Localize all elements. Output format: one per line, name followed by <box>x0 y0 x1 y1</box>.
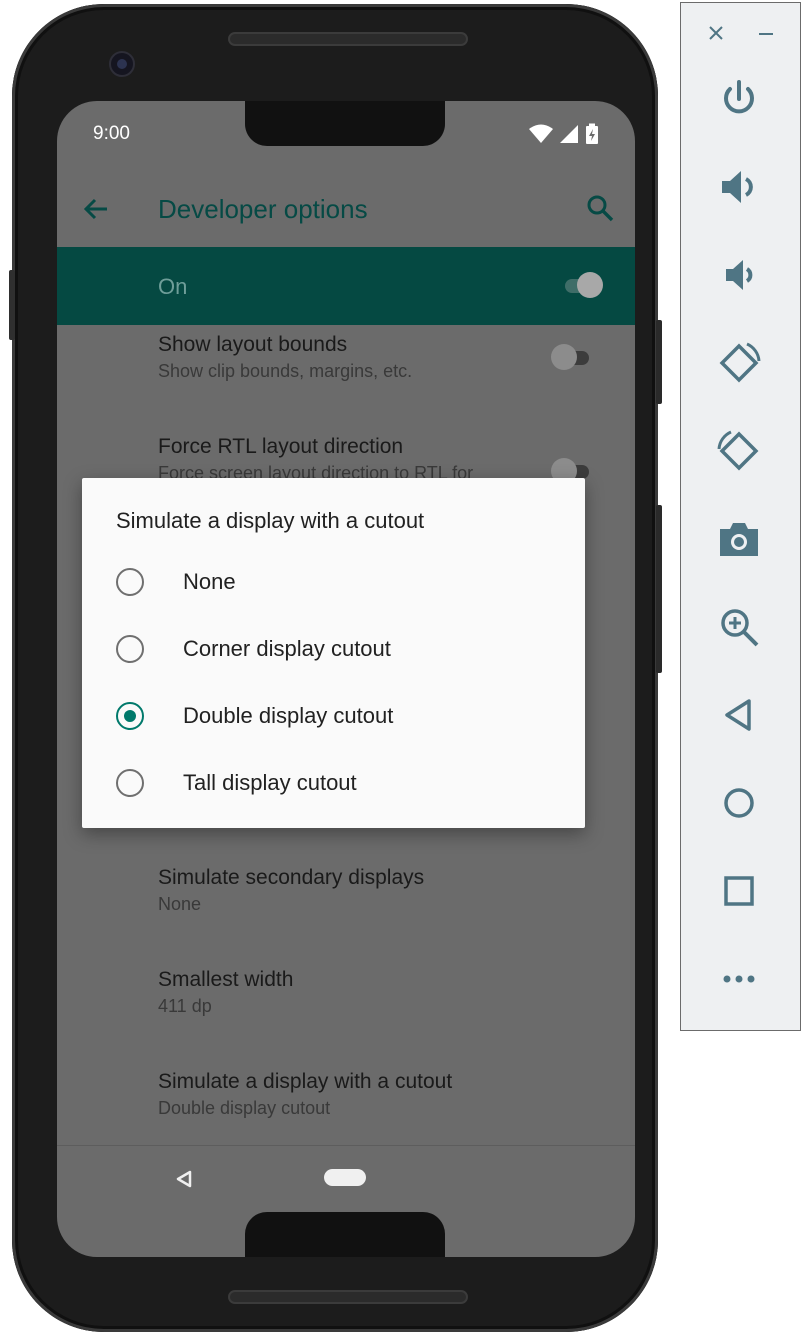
option-tall-cutout[interactable]: Tall display cutout <box>116 759 556 807</box>
setting-title: Simulate secondary displays <box>158 866 425 889</box>
status-time: 9:00 <box>93 123 130 144</box>
dialog-title: Simulate a display with a cutout <box>116 508 425 533</box>
front-camera <box>109 51 135 77</box>
option-label: None <box>183 569 236 594</box>
nav-divider <box>57 1145 635 1146</box>
hardware-volume-rocker <box>656 505 662 673</box>
volume-down-icon[interactable] <box>717 253 761 297</box>
home-icon[interactable] <box>717 781 761 825</box>
overview-icon[interactable] <box>717 869 761 913</box>
hardware-power-button <box>656 320 662 404</box>
setting-title: Smallest width <box>158 968 294 991</box>
back-arrow-icon[interactable] <box>81 194 111 224</box>
battery-icon <box>585 123 599 150</box>
search-icon[interactable] <box>585 193 615 223</box>
option-label: Tall display cutout <box>183 770 357 795</box>
option-corner-cutout[interactable]: Corner display cutout <box>116 625 556 673</box>
show-layout-bounds-toggle[interactable] <box>551 344 593 370</box>
nav-back-icon[interactable] <box>175 1170 193 1193</box>
more-icon[interactable] <box>717 957 761 1001</box>
volume-up-icon[interactable] <box>717 165 761 209</box>
page-title: Developer options <box>158 194 368 224</box>
radio-button[interactable] <box>116 769 144 797</box>
setting-title: Show layout bounds <box>158 333 348 356</box>
hardware-left-rail <box>9 270 15 340</box>
nav-home-pill[interactable] <box>324 1169 366 1186</box>
setting-subtitle: Show clip bounds, margins, etc. <box>158 361 413 381</box>
setting-subtitle: None <box>158 894 202 914</box>
radio-button-selected[interactable] <box>116 702 144 730</box>
setting-title: Force RTL layout direction <box>158 435 404 458</box>
master-toggle[interactable] <box>563 272 605 298</box>
option-label: Corner display cutout <box>183 636 391 661</box>
top-notch <box>245 101 445 146</box>
setting-force-rtl[interactable]: Force RTL layout direction Force screen … <box>158 435 473 484</box>
setting-display-cutout[interactable]: Simulate a display with a cutout Double … <box>158 1070 452 1119</box>
radio-button[interactable] <box>116 568 144 596</box>
setting-subtitle: 411 dp <box>158 996 212 1016</box>
option-none[interactable]: None <box>116 558 556 606</box>
rotate-left-icon[interactable] <box>717 341 761 385</box>
option-double-cutout[interactable]: Double display cutout <box>116 692 556 740</box>
setting-title: Simulate a display with a cutout <box>158 1070 453 1093</box>
master-switch-label: On <box>158 274 188 299</box>
zoom-icon[interactable] <box>717 605 761 649</box>
bottom-notch <box>245 1212 445 1257</box>
setting-smallest-width[interactable]: Smallest width 411 dp <box>158 968 293 1017</box>
option-label: Double display cutout <box>183 703 394 728</box>
setting-subtitle: Double display cutout <box>158 1098 331 1118</box>
setting-simulate-secondary-displays[interactable]: Simulate secondary displays None <box>158 866 424 915</box>
rotate-right-icon[interactable] <box>717 429 761 473</box>
cutout-dialog: Simulate a display with a cutout None Co… <box>82 478 585 828</box>
emulator-toolbar <box>680 2 801 1031</box>
status-icons <box>529 123 599 150</box>
radio-button[interactable] <box>116 635 144 663</box>
bottom-speaker <box>228 1290 468 1304</box>
wifi-icon <box>529 124 553 149</box>
top-speaker <box>228 32 468 46</box>
signal-icon <box>559 124 579 149</box>
close-icon[interactable] <box>706 23 726 43</box>
minimize-icon[interactable] <box>756 23 776 43</box>
setting-show-layout-bounds[interactable]: Show layout bounds Show clip bounds, mar… <box>158 333 412 382</box>
developer-options-master-switch[interactable]: On <box>57 247 635 325</box>
camera-icon[interactable] <box>717 517 761 561</box>
power-icon[interactable] <box>717 77 761 121</box>
back-icon[interactable] <box>717 693 761 737</box>
